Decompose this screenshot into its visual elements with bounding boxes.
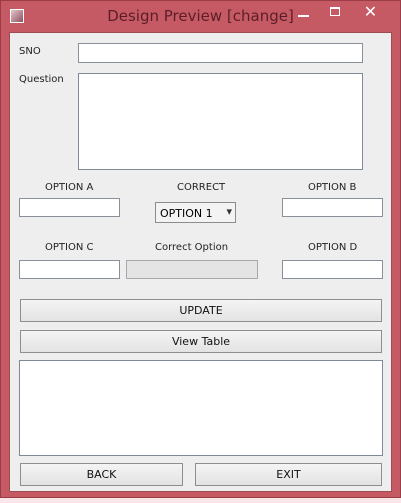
form-panel: SNO Question OPTION A CORRECT OPTION B O… bbox=[9, 32, 392, 492]
app-window: Design Preview [change] ✕ SNO Question O… bbox=[0, 0, 401, 498]
option-b-label: OPTION B bbox=[308, 182, 357, 193]
sno-label: SNO bbox=[19, 46, 41, 57]
maximize-icon bbox=[330, 7, 340, 16]
option-d-input[interactable] bbox=[282, 260, 383, 279]
exit-button[interactable]: EXIT bbox=[195, 463, 382, 486]
option-a-label: OPTION A bbox=[45, 182, 94, 193]
correct-option-field bbox=[126, 260, 258, 279]
correct-select-value: OPTION 1 bbox=[160, 207, 213, 220]
minimize-button[interactable] bbox=[293, 4, 315, 24]
back-button[interactable]: BACK bbox=[20, 463, 183, 486]
update-button[interactable]: UPDATE bbox=[20, 299, 382, 322]
option-c-input[interactable] bbox=[19, 260, 120, 279]
option-c-label: OPTION C bbox=[45, 242, 94, 253]
title-bar[interactable]: Design Preview [change] ✕ bbox=[1, 1, 400, 32]
chevron-down-icon: ▾ bbox=[226, 205, 232, 218]
close-icon: ✕ bbox=[363, 2, 378, 21]
question-label: Question bbox=[19, 74, 64, 85]
option-d-label: OPTION D bbox=[308, 242, 358, 253]
close-button[interactable]: ✕ bbox=[347, 1, 394, 22]
option-a-input[interactable] bbox=[19, 198, 120, 217]
sno-input[interactable] bbox=[78, 43, 363, 63]
question-textarea[interactable] bbox=[78, 73, 363, 170]
correct-label: CORRECT bbox=[177, 182, 226, 193]
minimize-icon bbox=[298, 15, 309, 17]
maximize-button[interactable] bbox=[324, 4, 346, 24]
background-strip bbox=[0, 498, 401, 503]
output-area[interactable] bbox=[19, 360, 383, 456]
correct-option-label: Correct Option bbox=[155, 242, 229, 253]
option-b-input[interactable] bbox=[282, 198, 383, 217]
correct-select[interactable]: OPTION 1 ▾ bbox=[155, 202, 236, 223]
view-table-button[interactable]: View Table bbox=[20, 330, 382, 353]
